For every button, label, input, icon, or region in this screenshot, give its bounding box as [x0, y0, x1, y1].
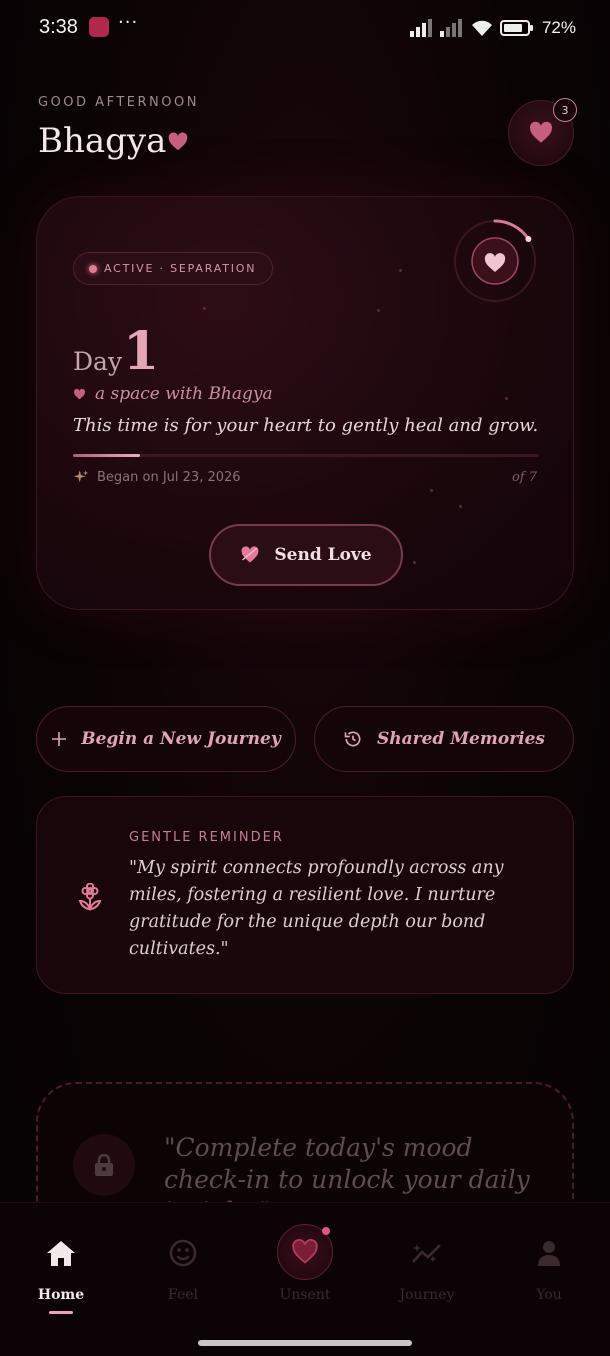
app-screen: 3:38 ··· 72% GOOD AFTERNOON Bhagya 3 ACT…: [0, 0, 610, 1356]
status-right: 72%: [409, 18, 576, 38]
lock-icon: [95, 1153, 113, 1176]
day-number: 1: [123, 321, 160, 382]
history-icon: [344, 731, 361, 747]
person-icon: [533, 1237, 565, 1269]
nav-home[interactable]: Home: [0, 1203, 122, 1314]
sparkle-icon: [73, 470, 89, 483]
begin-new-journey-label: Begin a New Journey: [81, 729, 281, 749]
nav-journey-label: Journey: [399, 1287, 455, 1303]
status-bar: 3:38 ··· 72%: [0, 0, 610, 58]
trend-icon: [411, 1237, 443, 1269]
greeting-text: GOOD AFTERNOON: [38, 95, 199, 110]
status-dot: [89, 265, 97, 273]
signal-icon-2: [439, 19, 462, 37]
shared-memories-button[interactable]: Shared Memories: [314, 706, 574, 772]
sparkle-dot: [377, 309, 380, 312]
smiley-icon: [167, 1237, 199, 1269]
begin-new-journey-button[interactable]: Begin a New Journey: [36, 706, 296, 772]
began-line: Began on Jul 23, 2026: [73, 469, 241, 485]
nav-unsent[interactable]: Unsent: [244, 1203, 366, 1313]
more-notifications-icon: ···: [118, 12, 139, 33]
space-line: a space with Bhagya: [73, 384, 273, 404]
active-tab-indicator: [49, 1311, 73, 1314]
unsent-notification-dot: [322, 1227, 330, 1235]
home-indicator[interactable]: [198, 1340, 412, 1346]
bottom-navigation: Home Feel Unsent Journey You: [0, 1202, 610, 1356]
app-notification-icon: [89, 17, 109, 37]
notification-badge: 3: [553, 98, 577, 122]
journey-progress-fill: [73, 454, 140, 457]
nav-unsent-label: Unsent: [279, 1287, 331, 1303]
sparkle-dot: [430, 489, 433, 492]
nav-journey[interactable]: Journey: [366, 1203, 488, 1313]
lock-badge: [73, 1134, 135, 1196]
heart-icon: [74, 388, 86, 399]
heart-icon: [168, 132, 188, 151]
journey-card: ACTIVE · SEPARATION Day 1 a space with B…: [36, 196, 574, 610]
gentle-reminder-card: GENTLE REMINDER "My spirit connects prof…: [36, 796, 574, 994]
battery-percent: 72%: [541, 18, 576, 37]
space-text: a space with Bhagya: [95, 384, 273, 404]
day-label: Day: [73, 347, 123, 376]
send-love-button[interactable]: Send Love: [209, 524, 403, 586]
nav-feel-label: Feel: [168, 1287, 198, 1303]
reminder-text: "My spirit connects profoundly across an…: [129, 858, 504, 959]
home-icon: [45, 1237, 77, 1269]
journey-progress-bar: [73, 454, 539, 457]
user-name: Bhagya: [38, 121, 167, 161]
status-time: 3:38: [39, 16, 78, 38]
shared-memories-label: Shared Memories: [377, 729, 545, 749]
nav-you-label: You: [536, 1287, 562, 1303]
began-date: Began on Jul 23, 2026: [97, 469, 241, 485]
journey-status-pill: ACTIVE · SEPARATION: [73, 252, 274, 285]
sparkle-dot: [399, 269, 402, 272]
reminder-title: GENTLE REMINDER: [129, 830, 284, 845]
heart-icon: [292, 1239, 318, 1264]
heart-arrow-icon: [241, 546, 259, 563]
journey-status: ACTIVE · SEPARATION: [104, 262, 257, 275]
nav-home-label: Home: [37, 1287, 85, 1303]
sparkle-dot: [505, 397, 508, 400]
signal-icon: [409, 19, 432, 37]
sparkle-dot: [413, 561, 416, 564]
flower-icon: [78, 883, 102, 911]
sparkle-dot: [203, 307, 206, 310]
sparkle-dot: [459, 505, 462, 508]
nav-you[interactable]: You: [488, 1203, 610, 1313]
wifi-icon: [471, 20, 492, 36]
nav-feel[interactable]: Feel: [122, 1203, 244, 1313]
journey-message: This time is for your heart to gently he…: [73, 415, 539, 436]
plus-icon: [52, 732, 67, 746]
total-days: of 7: [511, 470, 537, 485]
battery-icon: [499, 20, 533, 36]
heart-icon: [530, 121, 553, 143]
day-progress-ring: [454, 219, 536, 302]
send-love-label: Send Love: [274, 545, 372, 565]
